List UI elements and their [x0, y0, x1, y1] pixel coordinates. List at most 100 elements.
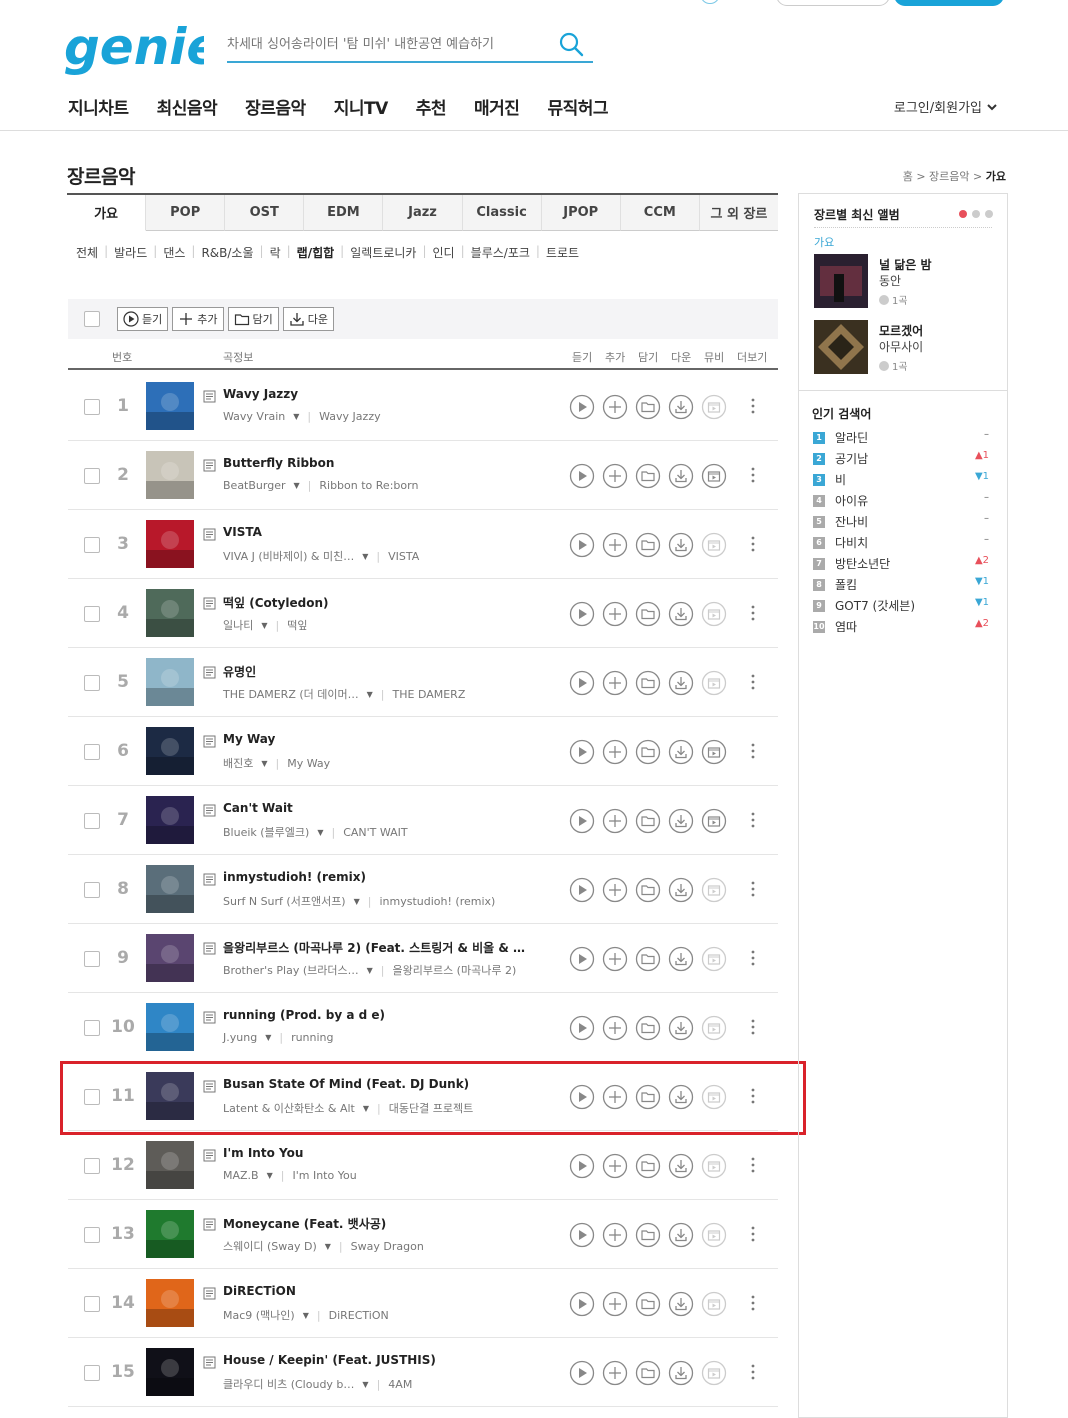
download-button[interactable]: [668, 1222, 694, 1252]
song-title[interactable]: Butterfly Ribbon: [223, 456, 334, 470]
song-album[interactable]: inmystudioh! (remix): [379, 895, 495, 908]
song-row[interactable]: 11 Busan State Of Mind (Feat. DJ Dunk) Lat…: [68, 1062, 778, 1131]
genre-tab[interactable]: JPOP: [541, 195, 621, 231]
popular-search-item[interactable]: 3 비 ▼1: [813, 471, 993, 492]
more-options-icon[interactable]: [748, 1293, 758, 1313]
more-options-icon[interactable]: [748, 396, 758, 416]
popular-search-item[interactable]: 4 아이유 –: [813, 492, 993, 513]
download-button[interactable]: [668, 739, 694, 769]
download-button[interactable]: [668, 532, 694, 562]
save-button[interactable]: [635, 1291, 661, 1321]
login-link[interactable]: 로그인/회원가입: [894, 97, 998, 116]
artist-dropdown-icon[interactable]: ▼: [294, 481, 300, 490]
popular-search-item[interactable]: 7 방탄소년단 ▲2: [813, 555, 993, 576]
play-button[interactable]: [569, 1222, 595, 1252]
lyrics-icon[interactable]: [203, 804, 216, 817]
song-title[interactable]: 을왕리부르스 (마곡나루 2) (Feat. 스트링거 & 비올 & …: [223, 939, 525, 956]
song-title[interactable]: My Way: [223, 732, 275, 746]
play-button[interactable]: [569, 946, 595, 976]
artist-dropdown-icon[interactable]: ▼: [317, 828, 323, 837]
save-button[interactable]: [635, 601, 661, 631]
album-cover[interactable]: [146, 727, 194, 775]
song-title[interactable]: I'm Into You: [223, 1146, 303, 1160]
album-title[interactable]: 모르겠어: [879, 322, 923, 339]
play-button[interactable]: [569, 1153, 595, 1183]
more-options-icon[interactable]: [748, 465, 758, 485]
song-artist[interactable]: Blueik (블루엘크): [223, 824, 309, 840]
song-title[interactable]: Can't Wait: [223, 801, 293, 815]
album-cover[interactable]: [146, 1348, 194, 1396]
song-row[interactable]: 7 Can't Wait Blueik (블루엘크) ▼ | CAN'T WAIT: [68, 786, 778, 855]
sub-genre-link[interactable]: 댄스: [163, 244, 185, 261]
latest-album-item[interactable]: 널 닮은 밤 동안 1곡: [814, 254, 994, 310]
nav-genie-tv[interactable]: 지니TV: [334, 94, 389, 119]
search-icon[interactable]: [557, 30, 585, 58]
song-title[interactable]: Busan State Of Mind (Feat. DJ Dunk): [223, 1077, 469, 1091]
sub-genre-link[interactable]: 블루스/포크: [471, 244, 530, 261]
save-button[interactable]: [635, 1360, 661, 1390]
album-cover[interactable]: [146, 865, 194, 913]
sub-genre-link[interactable]: 인디: [433, 244, 455, 261]
popular-search-item[interactable]: 10 염따 ▲2: [813, 618, 993, 639]
artist-dropdown-icon[interactable]: ▼: [261, 759, 267, 768]
song-checkbox[interactable]: [84, 1227, 100, 1243]
song-row[interactable]: 3 VISTA VIVA J (비바제이) & 미친… ▼ | VISTA: [68, 510, 778, 579]
nav-latest-music[interactable]: 최신음악: [157, 94, 218, 119]
play-button[interactable]: [569, 532, 595, 562]
song-row[interactable]: 10 running (Prod. by a d e) J.yung ▼ | runnin…: [68, 993, 778, 1062]
nav-music-hug[interactable]: 뮤직허그: [547, 94, 608, 119]
music-video-button[interactable]: [701, 463, 727, 493]
download-button[interactable]: [668, 1360, 694, 1390]
song-artist[interactable]: 스웨이디 (Sway D): [223, 1238, 317, 1254]
sub-genre-link[interactable]: 랩/힙합: [297, 244, 335, 261]
add-button[interactable]: [602, 877, 628, 907]
more-options-icon[interactable]: [748, 1086, 758, 1106]
more-options-icon[interactable]: [748, 672, 758, 692]
save-button[interactable]: [635, 670, 661, 700]
song-artist[interactable]: Latent & 이산화탄소 & Alt: [223, 1100, 355, 1116]
artist-dropdown-icon[interactable]: ▼: [325, 1242, 331, 1251]
download-selected-button[interactable]: 다운: [282, 307, 334, 331]
popular-keyword[interactable]: 염따: [835, 618, 857, 635]
song-row[interactable]: 9 을왕리부르스 (마곡나루 2) (Feat. 스트링거 & 비올 & … Bro…: [68, 924, 778, 993]
add-button[interactable]: [602, 1015, 628, 1045]
song-checkbox[interactable]: [84, 813, 100, 829]
add-button[interactable]: [602, 601, 628, 631]
song-row[interactable]: 6 My Way 배진호 ▼ | My Way: [68, 717, 778, 786]
more-options-icon[interactable]: [748, 1362, 758, 1382]
breadcrumb-home[interactable]: 홈: [903, 170, 913, 183]
lyrics-icon[interactable]: [203, 1080, 216, 1093]
add-button[interactable]: [602, 532, 628, 562]
song-artist[interactable]: BeatBurger: [223, 479, 286, 492]
listen-selected-button[interactable]: 듣기: [117, 307, 169, 331]
song-checkbox[interactable]: [84, 606, 100, 622]
add-button[interactable]: [602, 463, 628, 493]
song-artist[interactable]: 클라우디 비츠 (Cloudy b…: [223, 1376, 354, 1392]
song-album[interactable]: 4AM: [388, 1378, 412, 1391]
album-cover[interactable]: [146, 796, 194, 844]
nav-genie-chart[interactable]: 지니차트: [68, 94, 129, 119]
lyrics-icon[interactable]: [203, 735, 216, 748]
artist-dropdown-icon[interactable]: ▼: [362, 552, 368, 561]
play-button[interactable]: [569, 394, 595, 424]
top-pill-button[interactable]: [776, 0, 890, 6]
save-button[interactable]: [635, 1015, 661, 1045]
album-title[interactable]: 널 닮은 밤: [879, 256, 932, 273]
song-title[interactable]: House / Keepin' (Feat. JUSTHIS): [223, 1353, 436, 1367]
play-button[interactable]: [569, 1084, 595, 1114]
play-button[interactable]: [569, 877, 595, 907]
song-checkbox[interactable]: [84, 951, 100, 967]
add-button[interactable]: [602, 670, 628, 700]
save-button[interactable]: [635, 1222, 661, 1252]
play-button[interactable]: [569, 1360, 595, 1390]
song-row[interactable]: 4 떡잎 (Cotyledon) 일나티 ▼ | 떡잎: [68, 579, 778, 648]
song-checkbox[interactable]: [84, 537, 100, 553]
play-button[interactable]: [569, 601, 595, 631]
song-title[interactable]: DiRECTiON: [223, 1284, 296, 1298]
breadcrumb-genre[interactable]: 장르음악: [929, 170, 969, 183]
song-artist[interactable]: THE DAMERZ (더 데이머…: [223, 686, 359, 702]
song-checkbox[interactable]: [84, 675, 100, 691]
play-button[interactable]: [569, 670, 595, 700]
save-button[interactable]: [635, 463, 661, 493]
carousel-dots[interactable]: [959, 210, 993, 218]
